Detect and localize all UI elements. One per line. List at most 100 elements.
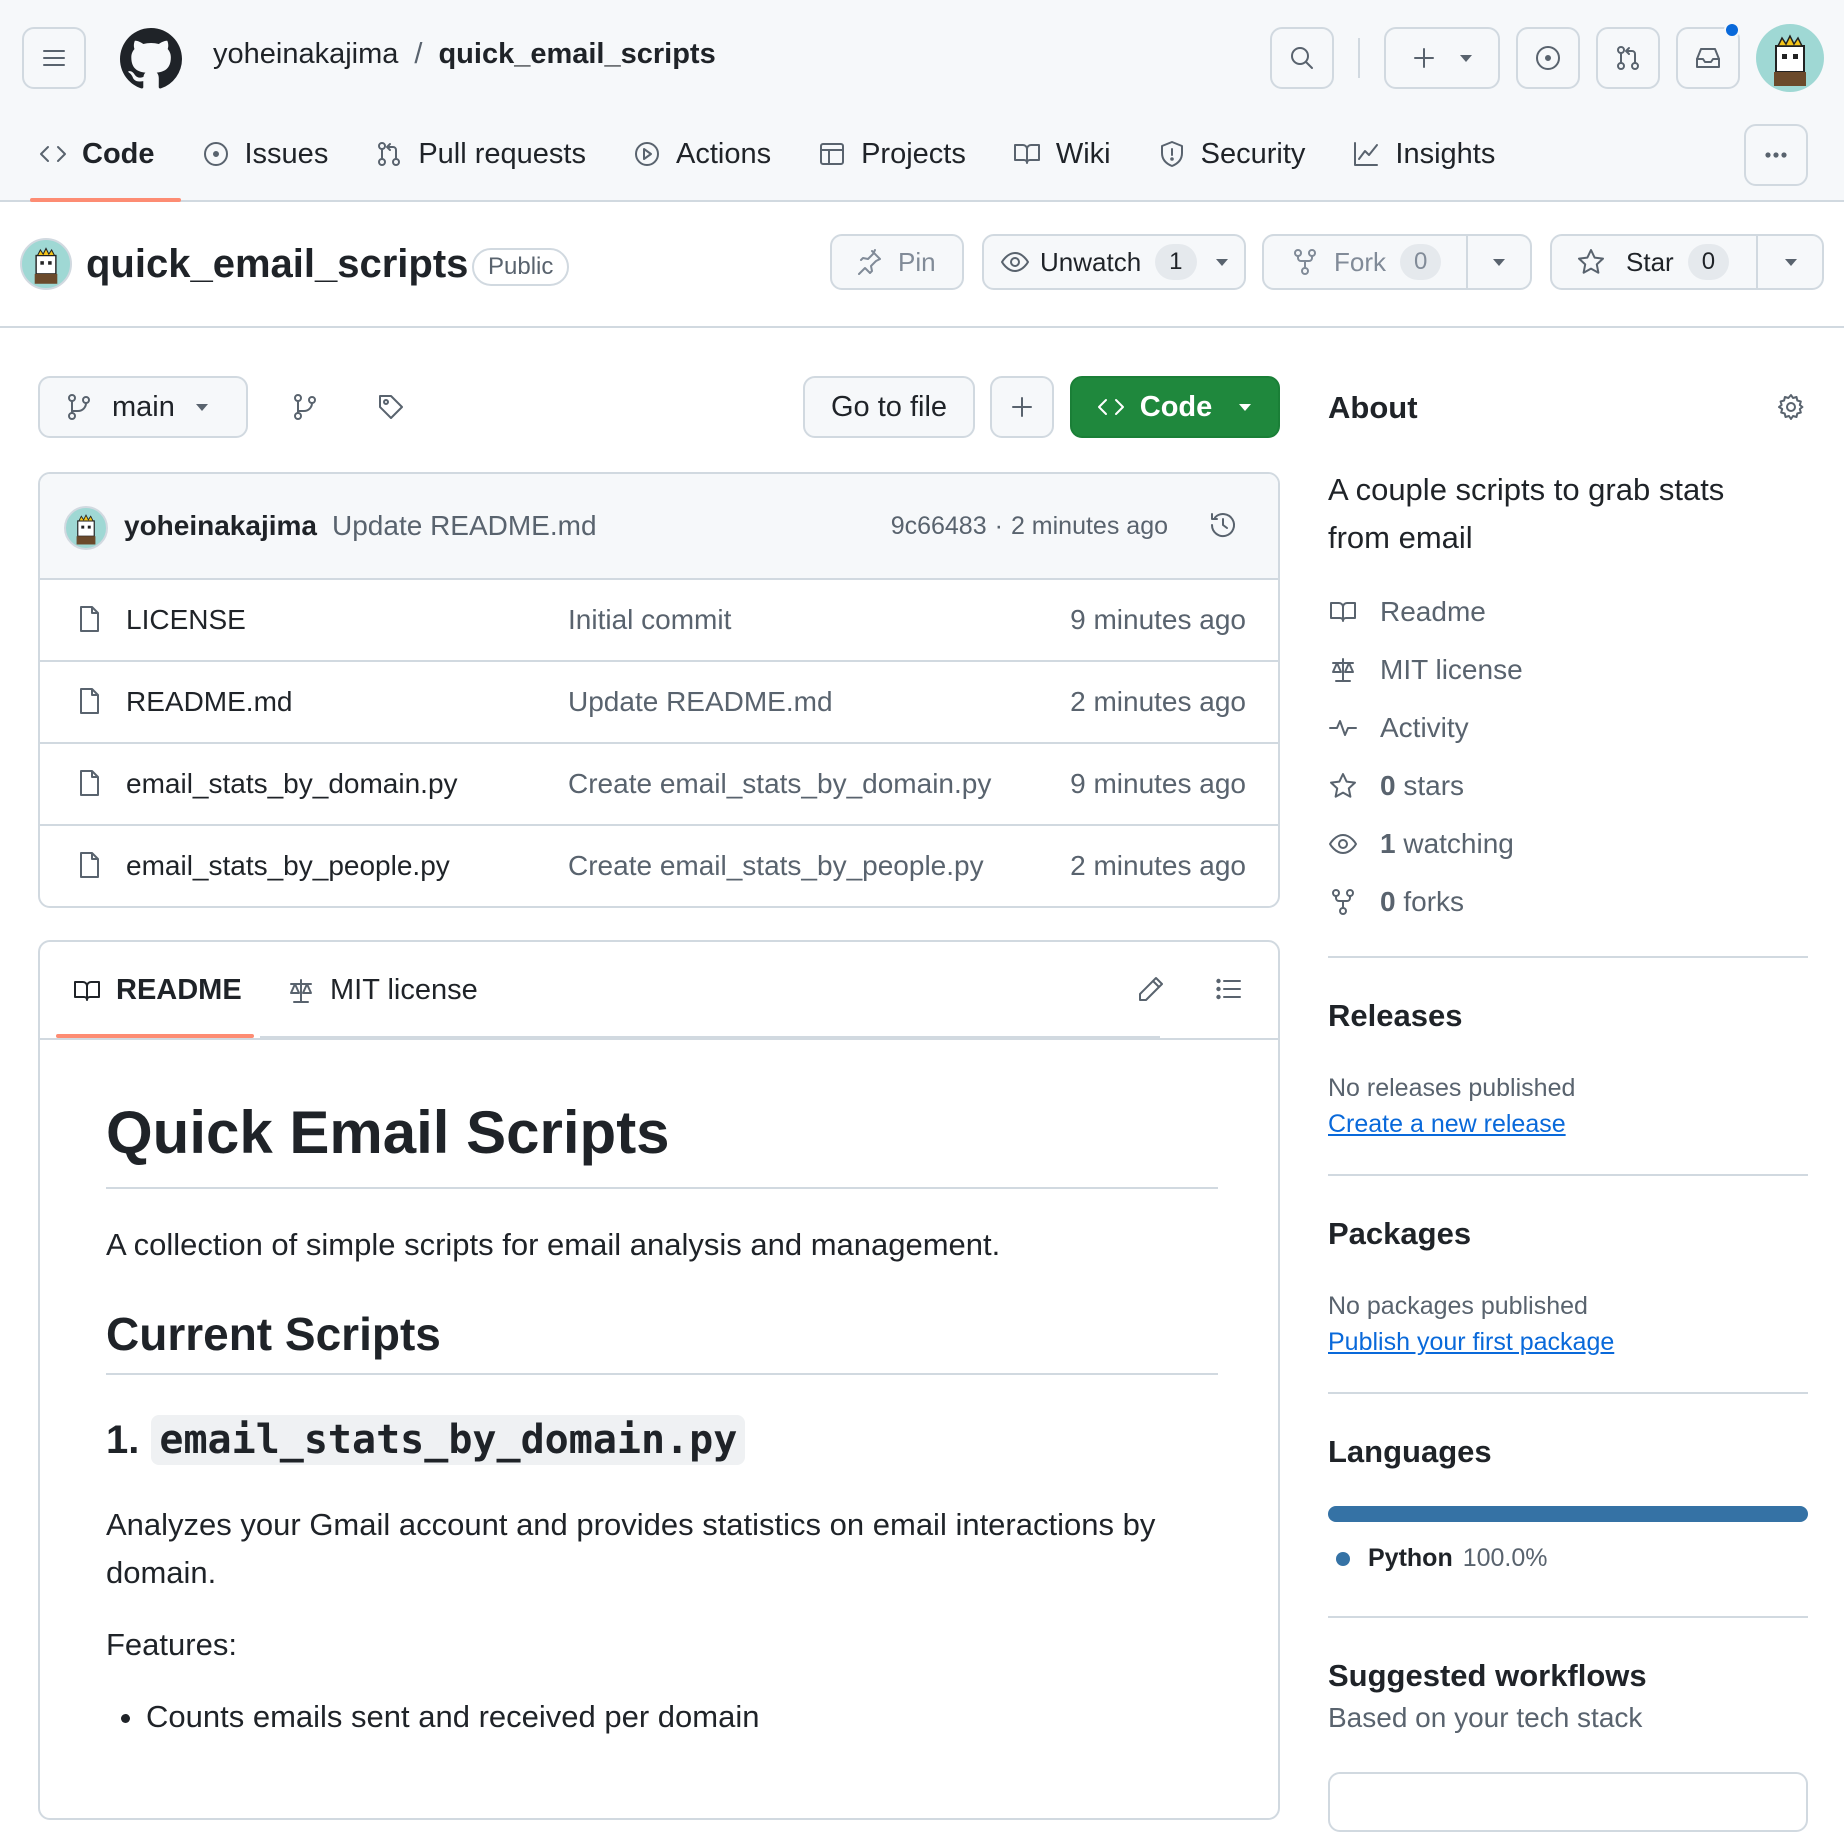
- workflows-title: Suggested workflows: [1328, 1658, 1647, 1693]
- languages-section: Languages: [1328, 1434, 1492, 1470]
- about-activity-link[interactable]: Activity: [1328, 712, 1469, 744]
- tab-code[interactable]: Code: [20, 124, 180, 202]
- file-commit-message[interactable]: Initial commit: [568, 604, 731, 636]
- about-description: A couple scripts to grab stats from emai…: [1328, 472, 1725, 555]
- caret-down-icon: [1215, 259, 1228, 266]
- breadcrumb-owner[interactable]: yoheinakajima: [213, 38, 398, 71]
- caret-down-icon[interactable]: [1490, 253, 1508, 271]
- file-name[interactable]: README.md: [126, 686, 292, 718]
- file-commit-message[interactable]: Create email_stats_by_domain.py: [568, 768, 991, 800]
- code-icon: [40, 146, 66, 162]
- readme-h3-code: email_stats_by_domain.py: [151, 1415, 746, 1465]
- commit-hash[interactable]: 9c66483: [891, 512, 987, 541]
- caret-down-icon[interactable]: [1782, 253, 1800, 271]
- file-row[interactable]: email_stats_by_domain.py Create email_st…: [40, 744, 1278, 826]
- file-name[interactable]: LICENSE: [126, 604, 246, 636]
- gear-icon: [1778, 394, 1804, 420]
- code-icon: [1097, 399, 1124, 415]
- code-dropdown-button[interactable]: Code: [1070, 376, 1280, 438]
- book-icon: [1330, 602, 1356, 622]
- tab-issues[interactable]: Issues: [183, 124, 347, 184]
- file-row[interactable]: LICENSE Initial commit 9 minutes ago: [40, 580, 1278, 662]
- issues-button[interactable]: [1516, 27, 1580, 89]
- file-commit-message[interactable]: Update README.md: [568, 686, 833, 718]
- tab-wiki-label: Wiki: [1055, 137, 1111, 170]
- about-license-link[interactable]: MIT license: [1328, 654, 1523, 686]
- edit-readme-button[interactable]: [1136, 974, 1166, 1004]
- commit-history-button[interactable]: [1208, 510, 1238, 540]
- fork-label: Fork: [1334, 246, 1386, 277]
- breadcrumb: yoheinakajima / quick_email_scripts: [213, 38, 716, 71]
- file-row[interactable]: email_stats_by_people.py Create email_st…: [40, 826, 1278, 906]
- breadcrumb-repo[interactable]: quick_email_scripts: [438, 38, 715, 71]
- about-stars-link[interactable]: 0 stars: [1328, 770, 1464, 802]
- releases-section: Releases: [1328, 998, 1462, 1034]
- tab-wiki[interactable]: Wiki: [994, 124, 1129, 184]
- tab-mit-license[interactable]: MIT license: [286, 974, 478, 1007]
- tab-insights[interactable]: Insights: [1333, 124, 1513, 184]
- packages-empty: No packages published: [1328, 1292, 1588, 1320]
- graph-icon: [1354, 142, 1379, 166]
- fork-button[interactable]: Fork 0: [1262, 234, 1532, 290]
- stars-label: stars: [1403, 770, 1465, 801]
- app-header: yoheinakajima / quick_email_scripts Code: [0, 0, 1844, 202]
- menu-button[interactable]: [22, 27, 86, 89]
- language-percent: 100.0%: [1462, 1544, 1548, 1572]
- tab-pull-requests[interactable]: Pull requests: [356, 124, 604, 184]
- about-forks-link[interactable]: 0 forks: [1328, 886, 1464, 918]
- repo-nav: Code Issues Pull requests Actions Projec…: [0, 124, 1513, 202]
- book-icon: [1013, 144, 1040, 164]
- more-options-button[interactable]: [1744, 124, 1808, 186]
- file-commit-message[interactable]: Create email_stats_by_people.py: [568, 850, 984, 882]
- github-logo[interactable]: [120, 28, 182, 90]
- about-readme-link[interactable]: Readme: [1328, 596, 1486, 628]
- commit-author[interactable]: yoheinakajima: [124, 510, 317, 542]
- language-python[interactable]: Python 100.0%: [1336, 1544, 1548, 1573]
- unwatch-button[interactable]: Unwatch 1: [982, 234, 1246, 290]
- pin-button[interactable]: Pin: [830, 234, 964, 290]
- repo-owner-avatar[interactable]: [20, 238, 72, 290]
- file-commit-time: 2 minutes ago: [1070, 686, 1246, 717]
- add-file-button[interactable]: [990, 376, 1054, 438]
- star-button[interactable]: Star 0: [1550, 234, 1824, 290]
- search-button[interactable]: [1270, 27, 1334, 89]
- file-commit-time: 9 minutes ago: [1070, 604, 1246, 635]
- table-icon: [820, 143, 845, 165]
- file-row[interactable]: README.md Update README.md 2 minutes ago: [40, 662, 1278, 744]
- releases-title[interactable]: Releases: [1328, 998, 1462, 1034]
- tab-security[interactable]: Security: [1139, 124, 1324, 184]
- about-settings-button[interactable]: [1776, 392, 1806, 422]
- avatar-icon: [76, 514, 96, 545]
- branches-link[interactable]: [290, 392, 320, 422]
- go-to-file-button[interactable]: Go to file: [803, 376, 975, 438]
- user-avatar[interactable]: [1756, 24, 1824, 92]
- git-branch-icon: [68, 394, 90, 420]
- readme-h1: Quick Email Scripts: [106, 1098, 1218, 1189]
- shield-icon: [1160, 141, 1183, 167]
- packages-title[interactable]: Packages: [1328, 1216, 1471, 1252]
- branch-selector[interactable]: main: [38, 376, 248, 438]
- readme-outline-button[interactable]: [1214, 974, 1244, 1004]
- issue-icon: [203, 142, 228, 166]
- tab-readme-label: README: [116, 974, 242, 1006]
- commit-author-avatar[interactable]: [64, 506, 108, 550]
- tab-actions[interactable]: Actions: [614, 124, 789, 184]
- law-icon: [1332, 658, 1354, 682]
- about-watching-link[interactable]: 1 watching: [1328, 828, 1514, 860]
- tab-readme[interactable]: README: [72, 974, 242, 1007]
- repo-title[interactable]: quick_email_scripts: [86, 242, 468, 287]
- file-list: yoheinakajima Update README.md 9c66483 ·…: [38, 472, 1280, 908]
- caret-down-icon: [1239, 404, 1252, 411]
- tags-link[interactable]: [376, 392, 406, 422]
- forks-label: forks: [1403, 886, 1465, 917]
- create-new-button[interactable]: [1384, 27, 1500, 89]
- star-icon: [1578, 249, 1604, 274]
- file-name[interactable]: email_stats_by_domain.py: [126, 768, 458, 800]
- file-name[interactable]: email_stats_by_people.py: [126, 850, 450, 882]
- create-release-link[interactable]: Create a new release: [1328, 1110, 1566, 1139]
- commit-message[interactable]: Update README.md: [332, 510, 597, 542]
- tab-projects[interactable]: Projects: [799, 124, 984, 184]
- workflow-card[interactable]: [1328, 1772, 1808, 1832]
- publish-package-link[interactable]: Publish your first package: [1328, 1328, 1614, 1357]
- pull-requests-button[interactable]: [1596, 27, 1660, 89]
